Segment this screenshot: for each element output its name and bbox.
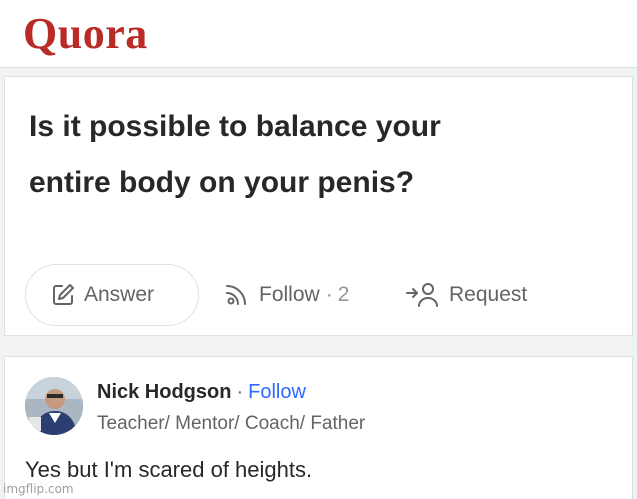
answer-text: Yes but I'm scared of heights. — [25, 457, 313, 482]
question-actions: Answer Follow · 2 Request — [25, 264, 585, 326]
follow-separator: · — [325, 283, 333, 306]
author-line: Nick Hodgson · Follow — [97, 381, 306, 404]
answer-button[interactable]: Answer — [25, 264, 199, 326]
page: Quora Is it possible to balance your ent… — [0, 0, 637, 499]
follow-author-link[interactable]: Follow — [248, 381, 306, 404]
imgflip-watermark: imgflip.com — [3, 482, 74, 496]
top-header: Quora — [0, 0, 637, 68]
answer-label: Answer — [84, 283, 155, 306]
answer-card: Nick Hodgson · Follow Teacher/ Mentor/ C… — [4, 356, 633, 499]
request-user-icon — [405, 281, 441, 309]
question-title-line-1: Is it possible to balance your — [29, 110, 441, 143]
question-title-line-2: entire body on your penis? — [29, 166, 415, 199]
follow-question-button[interactable]: Follow · 2 — [223, 264, 349, 326]
rss-feed-icon — [223, 282, 251, 308]
author-name[interactable]: Nick Hodgson — [97, 381, 231, 404]
follow-count: 2 — [337, 283, 350, 306]
request-answer-button[interactable]: Request — [405, 264, 527, 326]
question-title[interactable]: Is it possible to balance your entire bo… — [29, 99, 609, 211]
author-bio: Teacher/ Mentor/ Coach/ Father — [97, 413, 366, 434]
pencil-square-icon — [50, 282, 76, 308]
follow-label: Follow — [259, 283, 320, 306]
question-card: Is it possible to balance your entire bo… — [4, 76, 633, 336]
request-label: Request — [449, 283, 528, 306]
author-avatar[interactable] — [25, 377, 83, 435]
author-separator: · — [236, 381, 244, 403]
quora-logo[interactable]: Quora — [23, 8, 148, 59]
